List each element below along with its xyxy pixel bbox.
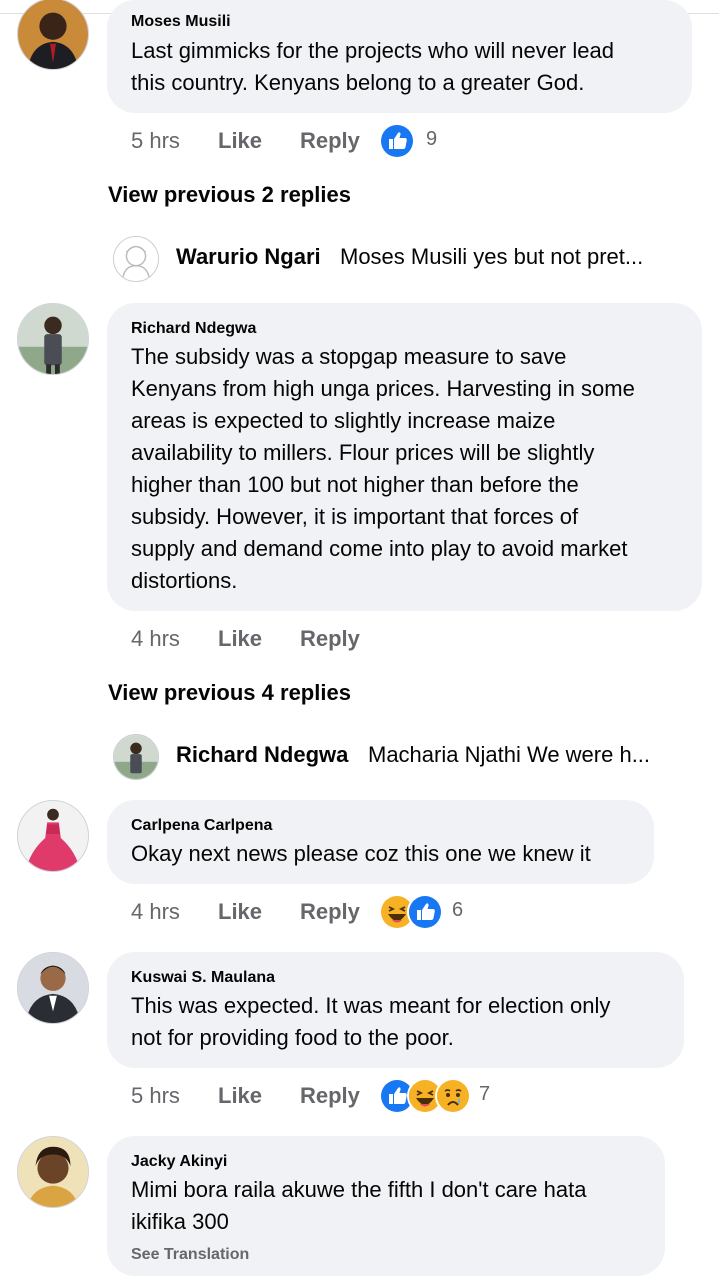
avatar[interactable] [17,1136,89,1208]
reply-author: Richard Ndegwa [176,742,349,767]
like-button[interactable]: Like [218,121,262,161]
comment-author[interactable]: Jacky Akinyi [131,1153,227,1171]
comment-author[interactable]: Carlpena Carlpena [131,817,272,835]
reply-author: Warurio Ngari [176,244,321,269]
avatar[interactable] [17,303,89,375]
comment-bubble: Kuswai S. Maulana This was expected. It … [107,952,684,1068]
comment-text: Mimi bora raila akuwe the fifth I don't … [131,1177,587,1234]
comment-text: Okay next news please coz this one we kn… [131,841,591,866]
sad-icon [435,1078,471,1114]
like-button[interactable]: Like [218,1076,262,1116]
comment-text: Last gimmicks for the projects who will … [131,38,614,95]
comment-bubble: Richard Ndegwa The subsidy was a stopgap… [107,303,702,611]
reply-button[interactable]: Reply [300,892,360,932]
reply-button[interactable]: Reply [300,1076,360,1116]
comment-author[interactable]: Kuswai S. Maulana [131,969,275,987]
comment-text: This was expected. It was meant for elec… [131,993,611,1050]
reaction-count: 7 [479,1083,491,1105]
view-previous-replies[interactable]: View previous 2 replies [108,182,351,208]
like-button[interactable]: Like [218,892,262,932]
avatar [113,236,159,282]
like-icon [407,894,443,930]
reply-snippet: Moses Musili yes but not pret... [340,244,644,269]
reply-button[interactable]: Reply [300,121,360,161]
comment-text: The subsidy was a stopgap measure to sav… [131,344,635,593]
avatar[interactable] [17,0,89,70]
like-icon [379,123,415,159]
comment-author[interactable]: Richard Ndegwa [131,320,256,338]
reaction-count: 6 [452,899,464,921]
view-previous-replies[interactable]: View previous 4 replies [108,680,351,706]
comment-author[interactable]: Moses Musili [131,13,231,31]
reply-snippet: Macharia Njathi We were h... [368,742,651,767]
avatar[interactable] [17,952,89,1024]
comment-bubble: Moses Musili Last gimmicks for the proje… [107,0,692,113]
avatar[interactable] [17,800,89,872]
reply-preview[interactable]: Richard Ndegwa Macharia Njathi We were h… [113,734,713,782]
like-button[interactable]: Like [218,619,262,659]
comment-bubble: Carlpena Carlpena Okay next news please … [107,800,654,884]
reply-preview[interactable]: Warurio Ngari Moses Musili yes but not p… [113,236,713,284]
see-translation-link[interactable]: See Translation [131,1246,249,1264]
reply-button[interactable]: Reply [300,619,360,659]
timestamp[interactable]: 5 hrs [131,1076,180,1116]
reaction-count: 9 [426,128,438,150]
avatar [113,734,159,780]
timestamp[interactable]: 5 hrs [131,121,180,161]
comment-bubble: Jacky Akinyi Mimi bora raila akuwe the f… [107,1136,665,1276]
timestamp[interactable]: 4 hrs [131,619,180,659]
timestamp[interactable]: 4 hrs [131,892,180,932]
